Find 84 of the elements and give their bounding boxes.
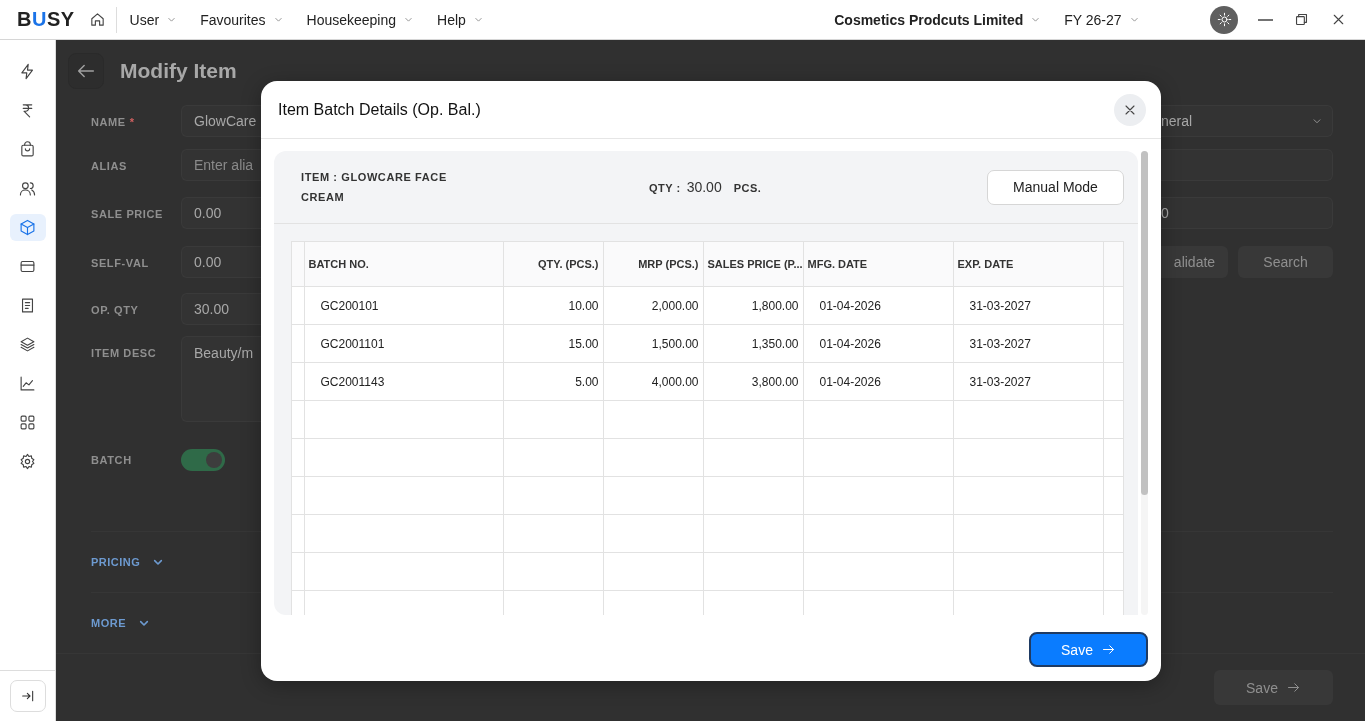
validate-button[interactable]: alidate bbox=[1161, 246, 1228, 279]
bolt-icon bbox=[19, 63, 36, 80]
field-label: SALE PRICE bbox=[91, 208, 163, 221]
credit-card-icon bbox=[19, 258, 36, 275]
table-cell: 10.00 bbox=[503, 286, 603, 325]
section-toggle[interactable]: MORE bbox=[91, 615, 152, 632]
column-header: MRP (PCS.) bbox=[603, 242, 703, 287]
layers-icon bbox=[19, 336, 36, 353]
field-label: OP. QTY bbox=[91, 304, 139, 317]
item-name-label: ITEM : GLOWCARE FACE CREAM bbox=[301, 170, 448, 205]
table-cell: 01-04-2026 bbox=[803, 324, 953, 363]
menu-item[interactable]: Help bbox=[437, 11, 485, 28]
column-header: SALES PRICE (P... bbox=[703, 242, 803, 287]
save-button[interactable]: Save bbox=[1214, 670, 1333, 706]
company-selector[interactable]: Cosmetics Prodcuts Limited bbox=[834, 11, 1043, 28]
field-label: SELF-VAL bbox=[91, 257, 149, 270]
input-field[interactable]: 0 bbox=[1161, 197, 1333, 230]
table-cell: GC200101 bbox=[304, 286, 503, 325]
back-button[interactable] bbox=[68, 52, 104, 89]
table-cell: 31-03-2027 bbox=[953, 286, 1103, 325]
table-cell: 5.00 bbox=[503, 362, 603, 401]
table-cell: GC2001101 bbox=[304, 324, 503, 363]
table-cell: 01-04-2026 bbox=[803, 286, 953, 325]
minimize-icon bbox=[1258, 18, 1273, 21]
table-cell: 01-04-2026 bbox=[803, 362, 953, 401]
restore-button[interactable] bbox=[1293, 11, 1310, 28]
app-logo: BUSY bbox=[17, 8, 75, 31]
input-field[interactable]: 0.00 bbox=[181, 197, 261, 230]
menu-item[interactable]: Favourites bbox=[200, 11, 285, 28]
input-field[interactable]: GlowCare bbox=[181, 105, 261, 138]
unit-label: PCS. bbox=[733, 182, 762, 194]
column-header: EXP. DATE bbox=[953, 242, 1103, 287]
sun-icon bbox=[1216, 12, 1232, 27]
input-field[interactable]: 0.00 bbox=[181, 246, 261, 279]
table-cell: 1,500.00 bbox=[603, 324, 703, 363]
settings-icon bbox=[19, 453, 36, 470]
page-title: Modify Item bbox=[120, 58, 237, 83]
table-cell: 31-03-2027 bbox=[953, 362, 1103, 401]
field-label: ITEM DESC bbox=[91, 347, 157, 360]
theme-toggle-button[interactable] bbox=[1210, 5, 1238, 34]
field-label: ALIAS bbox=[91, 160, 127, 173]
arrow-right-icon bbox=[1100, 642, 1116, 657]
field-label: NAME bbox=[91, 116, 126, 129]
collapse-sidebar-button[interactable] bbox=[9, 680, 46, 712]
required-marker: * bbox=[129, 116, 135, 129]
save-button[interactable]: Save bbox=[1029, 632, 1148, 667]
scrollbar-thumb[interactable] bbox=[1141, 151, 1148, 495]
line-chart-icon bbox=[19, 375, 36, 392]
restore-icon bbox=[1293, 11, 1310, 28]
input-field[interactable]: Enter alia bbox=[181, 149, 261, 182]
grid-icon bbox=[19, 414, 36, 431]
minimize-button[interactable] bbox=[1258, 18, 1273, 21]
menu-item[interactable]: Housekeeping bbox=[306, 11, 416, 28]
menu-item[interactable]: User bbox=[129, 11, 179, 28]
home-icon[interactable] bbox=[88, 11, 106, 28]
table-cell: 3,800.00 bbox=[703, 362, 803, 401]
receipt-icon bbox=[19, 297, 36, 314]
shopping-bag-icon bbox=[19, 141, 36, 158]
search-button[interactable]: Search bbox=[1238, 246, 1333, 279]
qty-value: 30.00 bbox=[686, 179, 722, 195]
arrow-to-line-icon bbox=[19, 688, 36, 704]
input-field[interactable]: 30.00 bbox=[181, 293, 261, 326]
column-header: QTY. (PCS.) bbox=[503, 242, 603, 287]
field-label: BATCH bbox=[91, 454, 132, 467]
table-cell: 31-03-2027 bbox=[953, 324, 1103, 363]
dialog-title: Item Batch Details (Op. Bal.) bbox=[278, 100, 481, 119]
table-cell: 4,000.00 bbox=[603, 362, 703, 401]
table-cell: 2,000.00 bbox=[603, 286, 703, 325]
column-header: MFG. DATE bbox=[803, 242, 953, 287]
column-header: BATCH NO. bbox=[304, 242, 503, 287]
qty-label: QTY : bbox=[649, 182, 681, 194]
table-cell: 15.00 bbox=[503, 324, 603, 363]
dropdown[interactable]: neral bbox=[1161, 105, 1333, 138]
table-cell: 1,350.00 bbox=[703, 324, 803, 363]
manual-mode-button[interactable]: Manual Mode bbox=[987, 169, 1124, 205]
input-field[interactable] bbox=[1161, 149, 1333, 182]
section-toggle[interactable]: PRICING bbox=[91, 554, 167, 571]
users-icon bbox=[19, 180, 36, 197]
description-field[interactable]: Beauty/m bbox=[181, 336, 261, 423]
fiscal-year-selector[interactable]: FY 26-27 bbox=[1064, 11, 1141, 28]
table-cell: 1,800.00 bbox=[703, 286, 803, 325]
cube-icon bbox=[19, 219, 36, 236]
table-cell: GC2001143 bbox=[304, 362, 503, 401]
toggle-switch[interactable] bbox=[181, 449, 225, 472]
